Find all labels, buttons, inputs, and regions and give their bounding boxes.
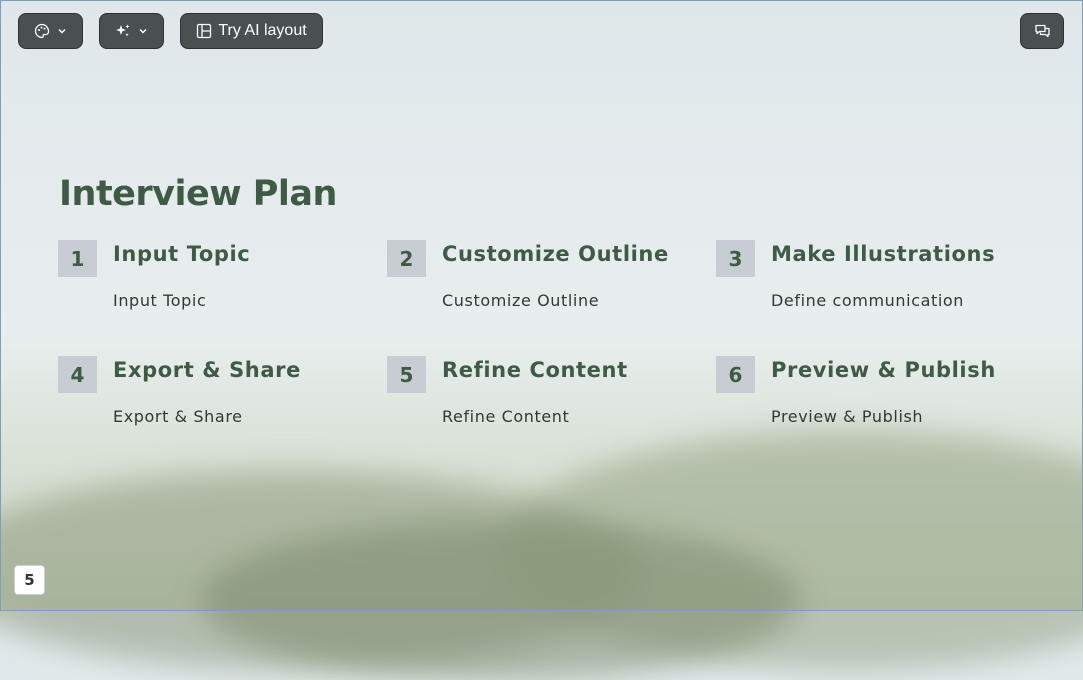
- try-ai-layout-button[interactable]: Try AI layout: [180, 13, 323, 49]
- step-number: 2: [387, 240, 426, 277]
- step-3: 3 Make Illustrations Define communicatio…: [716, 240, 1026, 320]
- comment-icon: [1034, 23, 1051, 39]
- ai-tools-button[interactable]: [99, 13, 164, 49]
- step-description: Define communication: [771, 291, 965, 310]
- step-2: 2 Customize Outline Customize Outline: [387, 240, 697, 320]
- theme-button[interactable]: [18, 13, 83, 49]
- palette-icon: [34, 23, 50, 39]
- step-description: Refine Content: [442, 407, 570, 426]
- comments-button[interactable]: [1020, 13, 1064, 49]
- chevron-down-icon: [56, 25, 68, 37]
- step-number: 4: [58, 356, 97, 393]
- sparkles-icon: [115, 23, 131, 39]
- step-number: 6: [716, 356, 755, 393]
- step-1: 1 Input Topic Input Topic: [58, 240, 368, 320]
- step-number: 3: [716, 240, 755, 277]
- step-5: 5 Refine Content Refine Content: [387, 356, 697, 436]
- step-description: Input Topic: [113, 291, 207, 310]
- chevron-down-icon: [137, 25, 149, 37]
- step-description: Customize Outline: [442, 291, 600, 310]
- step-6: 6 Preview & Publish Preview & Publish: [716, 356, 1026, 436]
- step-title: Input Topic: [113, 242, 251, 266]
- step-title: Preview & Publish: [771, 358, 996, 382]
- step-number: 1: [58, 240, 97, 277]
- try-ai-layout-label: Try AI layout: [218, 22, 307, 39]
- step-title: Make Illustrations: [771, 242, 996, 266]
- layout-icon: [196, 23, 212, 39]
- slide-title: Interview Plan: [59, 174, 337, 214]
- step-title: Customize Outline: [442, 242, 669, 266]
- step-4: 4 Export & Share Export & Share: [58, 356, 368, 436]
- step-number: 5: [387, 356, 426, 393]
- step-description: Preview & Publish: [771, 407, 924, 426]
- step-description: Export & Share: [113, 407, 243, 426]
- step-title: Export & Share: [113, 358, 301, 382]
- page-number-badge[interactable]: 5: [14, 565, 45, 595]
- step-title: Refine Content: [442, 358, 628, 382]
